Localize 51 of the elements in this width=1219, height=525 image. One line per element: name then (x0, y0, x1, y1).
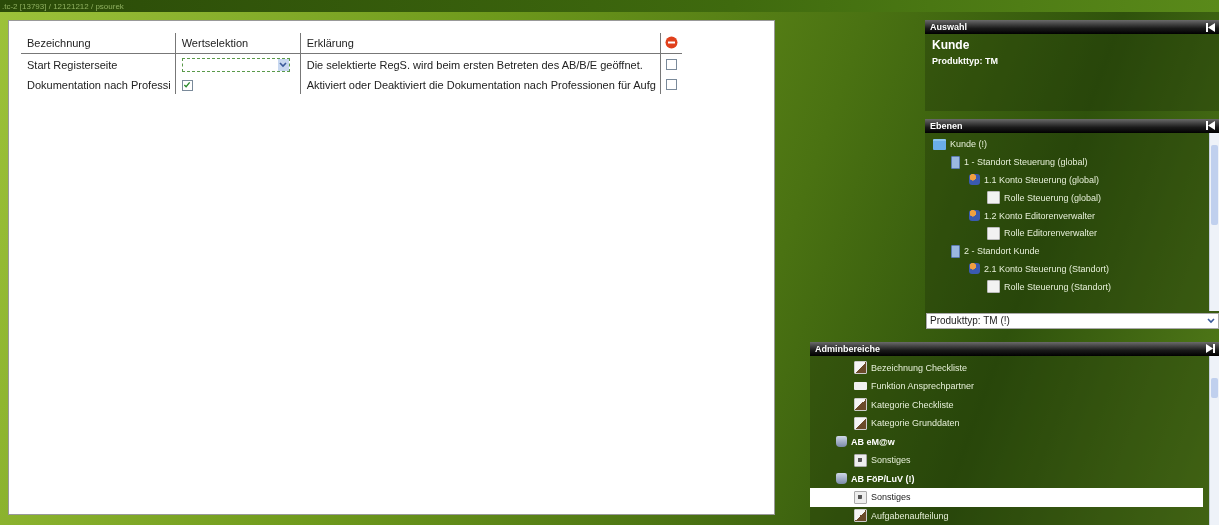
table-cell: Dokumentation nach Professi (21, 74, 176, 94)
tree-item[interactable]: AB FöP/LuV (!) (851, 473, 915, 484)
tree-item[interactable]: Sonstiges (871, 492, 911, 503)
tree-item[interactable]: Bezeichnung Checkliste (871, 362, 968, 373)
tree-item[interactable]: Sonstiges (871, 455, 911, 466)
selection-heading: Kunde (932, 38, 971, 52)
tree-item[interactable]: Aufgabenaufteilung (871, 510, 949, 521)
tree-item[interactable]: Kunde (!) (950, 139, 988, 150)
table-cell: Aktiviert oder Deaktiviert die Dokumentation nach Professionen für Aufg (300, 74, 661, 94)
tree-item[interactable]: 1.1 Konto Steuerung (global) (984, 175, 1100, 185)
folder-icon (933, 138, 946, 150)
checklist-icon (854, 416, 867, 430)
tree-item[interactable]: Kategorie Checkliste (871, 399, 954, 410)
checkbox[interactable] (181, 79, 193, 91)
column-header: Wertselektion (175, 33, 301, 54)
tree-item[interactable]: Rolle Editorenverwalter (1004, 228, 1098, 239)
blank-icon (854, 382, 867, 391)
tree-item[interactable]: AB eM@w (851, 436, 895, 447)
expand-icon[interactable] (1206, 344, 1215, 353)
remove-icon[interactable] (664, 35, 678, 49)
scrollbar[interactable] (1209, 355, 1219, 525)
checklist-icon (854, 509, 867, 523)
checkbox[interactable] (665, 59, 677, 71)
table-cell: Start Registerseite (21, 53, 176, 74)
column-header: Erklärung (300, 33, 661, 54)
product-type-dropdown[interactable]: Produkttyp: TM (!) (926, 312, 1219, 329)
tree-item[interactable]: 2.1 Konto Steuerung (Standort) (984, 263, 1110, 274)
panel-title: Ebenen (930, 120, 963, 131)
tree-item[interactable]: 2 - Standort Kunde (964, 246, 1040, 257)
tree-item[interactable]: Kategorie Grunddaten (871, 418, 960, 429)
window-title: .tc-2 [13793] / 12121212 / psourek (2, 1, 124, 11)
selection-subheading: Produkttyp: TM (932, 56, 999, 66)
column-header: Bezeichnung (21, 33, 176, 54)
checkbox[interactable] (665, 79, 677, 91)
panel-title: Auswahl (930, 22, 967, 32)
tree-item[interactable]: Rolle Steuerung (Standort) (1004, 281, 1112, 292)
collapse-icon[interactable] (1206, 121, 1215, 130)
checklist-icon (854, 361, 867, 375)
tree-item[interactable]: 1 - Standort Steuerung (global) (964, 157, 1088, 168)
tree-item[interactable]: Funktion Ansprechpartner (871, 381, 975, 392)
page-icon (987, 191, 1000, 205)
panel-title: Adminbereiche (815, 343, 881, 354)
page-icon (987, 280, 1000, 294)
page-icon (987, 226, 1000, 240)
tree-item[interactable]: Rolle Steuerung (global) (1004, 192, 1102, 203)
scrollbar[interactable] (1209, 132, 1219, 311)
checklist-icon (854, 398, 867, 412)
dropdown[interactable] (181, 57, 290, 72)
table-cell: Die selektierte RegS. wird beim ersten Betreten des AB/B/E geöffnet. (300, 53, 661, 74)
collapse-icon[interactable] (1206, 22, 1215, 32)
tree-item[interactable]: 1.2 Konto Editorenverwalter (984, 210, 1096, 221)
